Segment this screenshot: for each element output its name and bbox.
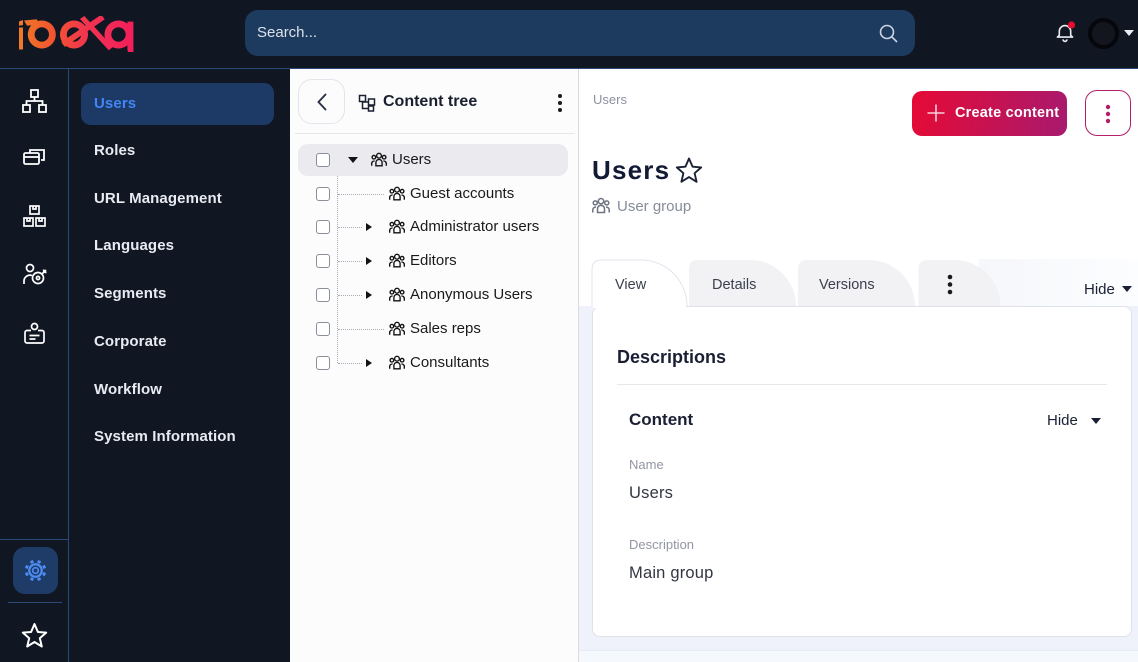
svg-text:Versions: Versions bbox=[819, 277, 875, 293]
svg-text:View: View bbox=[615, 277, 647, 293]
svg-text:Details: Details bbox=[712, 277, 756, 293]
